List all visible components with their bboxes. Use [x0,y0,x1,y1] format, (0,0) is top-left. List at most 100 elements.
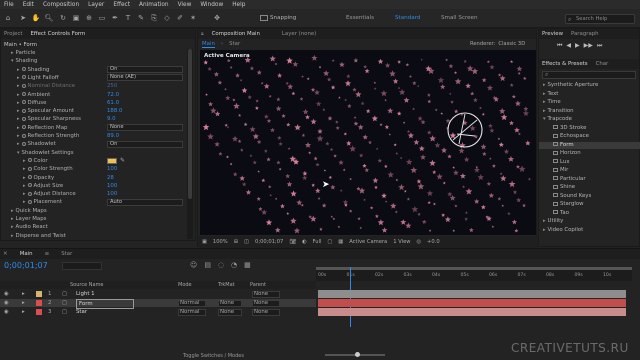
tab-effect-controls[interactable]: Effect Controls Form [30,31,85,37]
play-icon[interactable]: ▶︎ [575,42,580,50]
effect-row[interactable]: ▸ Opacity [23,174,54,182]
work-area-bar[interactable] [316,267,632,270]
effect-row[interactable]: ▸ Ambient [17,91,50,99]
effect-row[interactable]: ▸ Shading [17,66,49,74]
last-frame-icon[interactable]: ⏭ [597,42,602,50]
menu-icon[interactable]: ≡ [45,251,50,257]
disclosure-triangle-icon[interactable]: ▸ [543,91,546,97]
views-select[interactable]: 1 View [393,239,410,245]
menu-item-help[interactable]: Help [232,2,245,8]
zoom-slider-handle[interactable] [355,352,360,357]
timecode-display[interactable]: 0;00;01;07 [255,239,283,245]
color-swatch[interactable] [107,157,117,164]
effect-row[interactable]: ▸ Diffuse [17,99,46,107]
stopwatch-icon[interactable] [21,100,26,105]
visibility-eye-icon[interactable]: ◉ [4,299,9,307]
stopwatch-icon[interactable] [21,116,26,121]
stopwatch-icon[interactable] [21,67,26,72]
timeline-layer-row[interactable]: ◉ ▸ 2 ▢ Form Normal None None [0,299,316,309]
roto-brush-tool-icon[interactable]: ✐ [175,13,185,23]
effect-row[interactable]: ▸ Particle [11,49,35,57]
zoom-slider[interactable] [325,352,385,357]
effect-dropdown[interactable]: None [107,124,183,132]
camera-tool-icon[interactable]: ▣ [71,13,81,23]
disclosure-triangle-icon[interactable]: ▸ [543,82,546,88]
effect-row[interactable]: ▸ Disperse and Twist [11,232,66,240]
effect-row[interactable]: ▸ Reflection Strength [17,132,79,140]
stopwatch-icon[interactable] [27,183,32,188]
effects-list-item[interactable]: ▸ Video Copilot [539,227,640,234]
tab-timeline-main[interactable]: Main [20,251,33,257]
layer-parent-dropdown[interactable]: None [252,290,280,298]
disclosure-triangle-icon[interactable]: ▸ [11,233,14,239]
time-ruler[interactable]: 00s01s02s03s04s05s06s07s08s09s10s [316,267,632,281]
search-help-input[interactable]: ⌕ Search Help [565,14,635,24]
effects-list-item[interactable]: ▸ Transition [539,108,640,115]
pen-tool-icon[interactable]: ✒ [110,13,120,23]
effects-list-item[interactable]: Sound Keys [539,193,640,200]
effect-value[interactable]: 188.0 [107,107,122,115]
workspace-small-screen[interactable]: Small Screen [441,15,478,21]
first-frame-icon[interactable]: ⏮ [557,42,562,50]
effects-list-item[interactable]: 3D Stroke [539,125,640,132]
motion-blur-icon[interactable]: ◌ [218,261,224,269]
disclosure-triangle-icon[interactable]: ▸ [543,227,546,233]
layer-trkmat-dropdown[interactable]: None [218,308,242,316]
prev-frame-icon[interactable]: ◀︎ [566,42,571,50]
tab-paragraph[interactable]: Paragraph [571,31,599,37]
workspace-standard[interactable]: Standard [395,15,420,21]
effect-dropdown[interactable]: On [107,140,183,148]
effect-row[interactable]: ▸ Adjust Distance [23,190,76,198]
menu-item-edit[interactable]: Edit [23,2,34,8]
selection-tool-icon[interactable]: ➤ [18,13,28,23]
disclosure-triangle-icon[interactable]: ▾ [11,58,14,64]
effect-row[interactable]: ▾ Shadowlet Settings [17,149,74,157]
effect-value[interactable]: 61.0 [107,99,119,107]
tab-layer-none[interactable]: Layer (none) [282,31,316,37]
transparency-icon[interactable]: ▦ [338,239,343,245]
renderer-value[interactable]: Classic 3D [498,41,525,47]
effects-search-input[interactable]: ⌕ [542,71,636,79]
composition-viewer[interactable]: Active Camera ➤ [200,50,536,235]
timeline-layer-row[interactable]: ◉ ▸ 1 ▢ Light 1 None [0,290,316,298]
layer-duration-bar[interactable] [318,308,626,316]
menu-item-layer[interactable]: Layer [88,2,104,8]
effect-value[interactable]: 100 [107,190,117,198]
stopwatch-icon[interactable] [27,191,32,196]
effect-row[interactable]: ▸ Layer Maps [11,215,46,223]
effect-row[interactable]: ▸ Quick Maps [11,207,47,215]
region-icon[interactable]: ▢ [327,239,332,245]
effect-row[interactable]: ▸ Nominal Distance [17,82,75,90]
effect-value[interactable]: 100 [107,165,117,173]
brush-tool-icon[interactable]: ✎ [136,13,146,23]
disclosure-triangle-icon[interactable]: ▾ [17,150,20,156]
effect-row[interactable]: ▸ Placement [23,198,62,206]
disclosure-triangle-icon[interactable]: ▸ [17,108,20,114]
zoom-tool-icon[interactable]: 🔍︎ [44,13,54,23]
menu-item-animation[interactable]: Animation [139,2,169,8]
local-axis-icon[interactable]: ✥ [212,13,222,23]
home-icon[interactable]: ⌂ [3,13,13,23]
disclosure-triangle-icon[interactable]: ▾ [543,116,546,122]
stopwatch-icon[interactable] [27,199,32,204]
eraser-tool-icon[interactable]: ◇ [162,13,172,23]
view-tab-main[interactable]: Main [202,41,215,48]
disclosure-triangle-icon[interactable]: ▸ [543,99,546,105]
effect-value[interactable]: 89.0 [107,132,119,140]
effect-row[interactable]: ▸ Adjust Size [23,182,63,190]
disclosure-triangle-icon[interactable]: ▸ [17,125,20,131]
snapshot-icon[interactable]: 📷︎ [289,239,296,245]
stopwatch-icon[interactable] [21,75,26,80]
effect-dropdown[interactable]: Auto [107,198,183,206]
disclosure-triangle-icon[interactable]: ▸ [11,224,14,230]
effect-value[interactable]: 100 [107,182,117,190]
layer-duration-bar[interactable] [318,299,626,307]
disclosure-triangle-icon[interactable]: ▸ [17,67,20,73]
layer-parent-dropdown[interactable]: None [252,299,280,307]
effect-value[interactable]: 250 [107,82,117,90]
snapping-checkbox[interactable] [260,15,268,21]
stopwatch-icon[interactable] [21,125,26,130]
channel-icon[interactable]: ◐ [302,239,307,245]
disclosure-triangle-icon[interactable]: ▸ [23,191,26,197]
effect-dropdown[interactable]: On [107,66,183,74]
